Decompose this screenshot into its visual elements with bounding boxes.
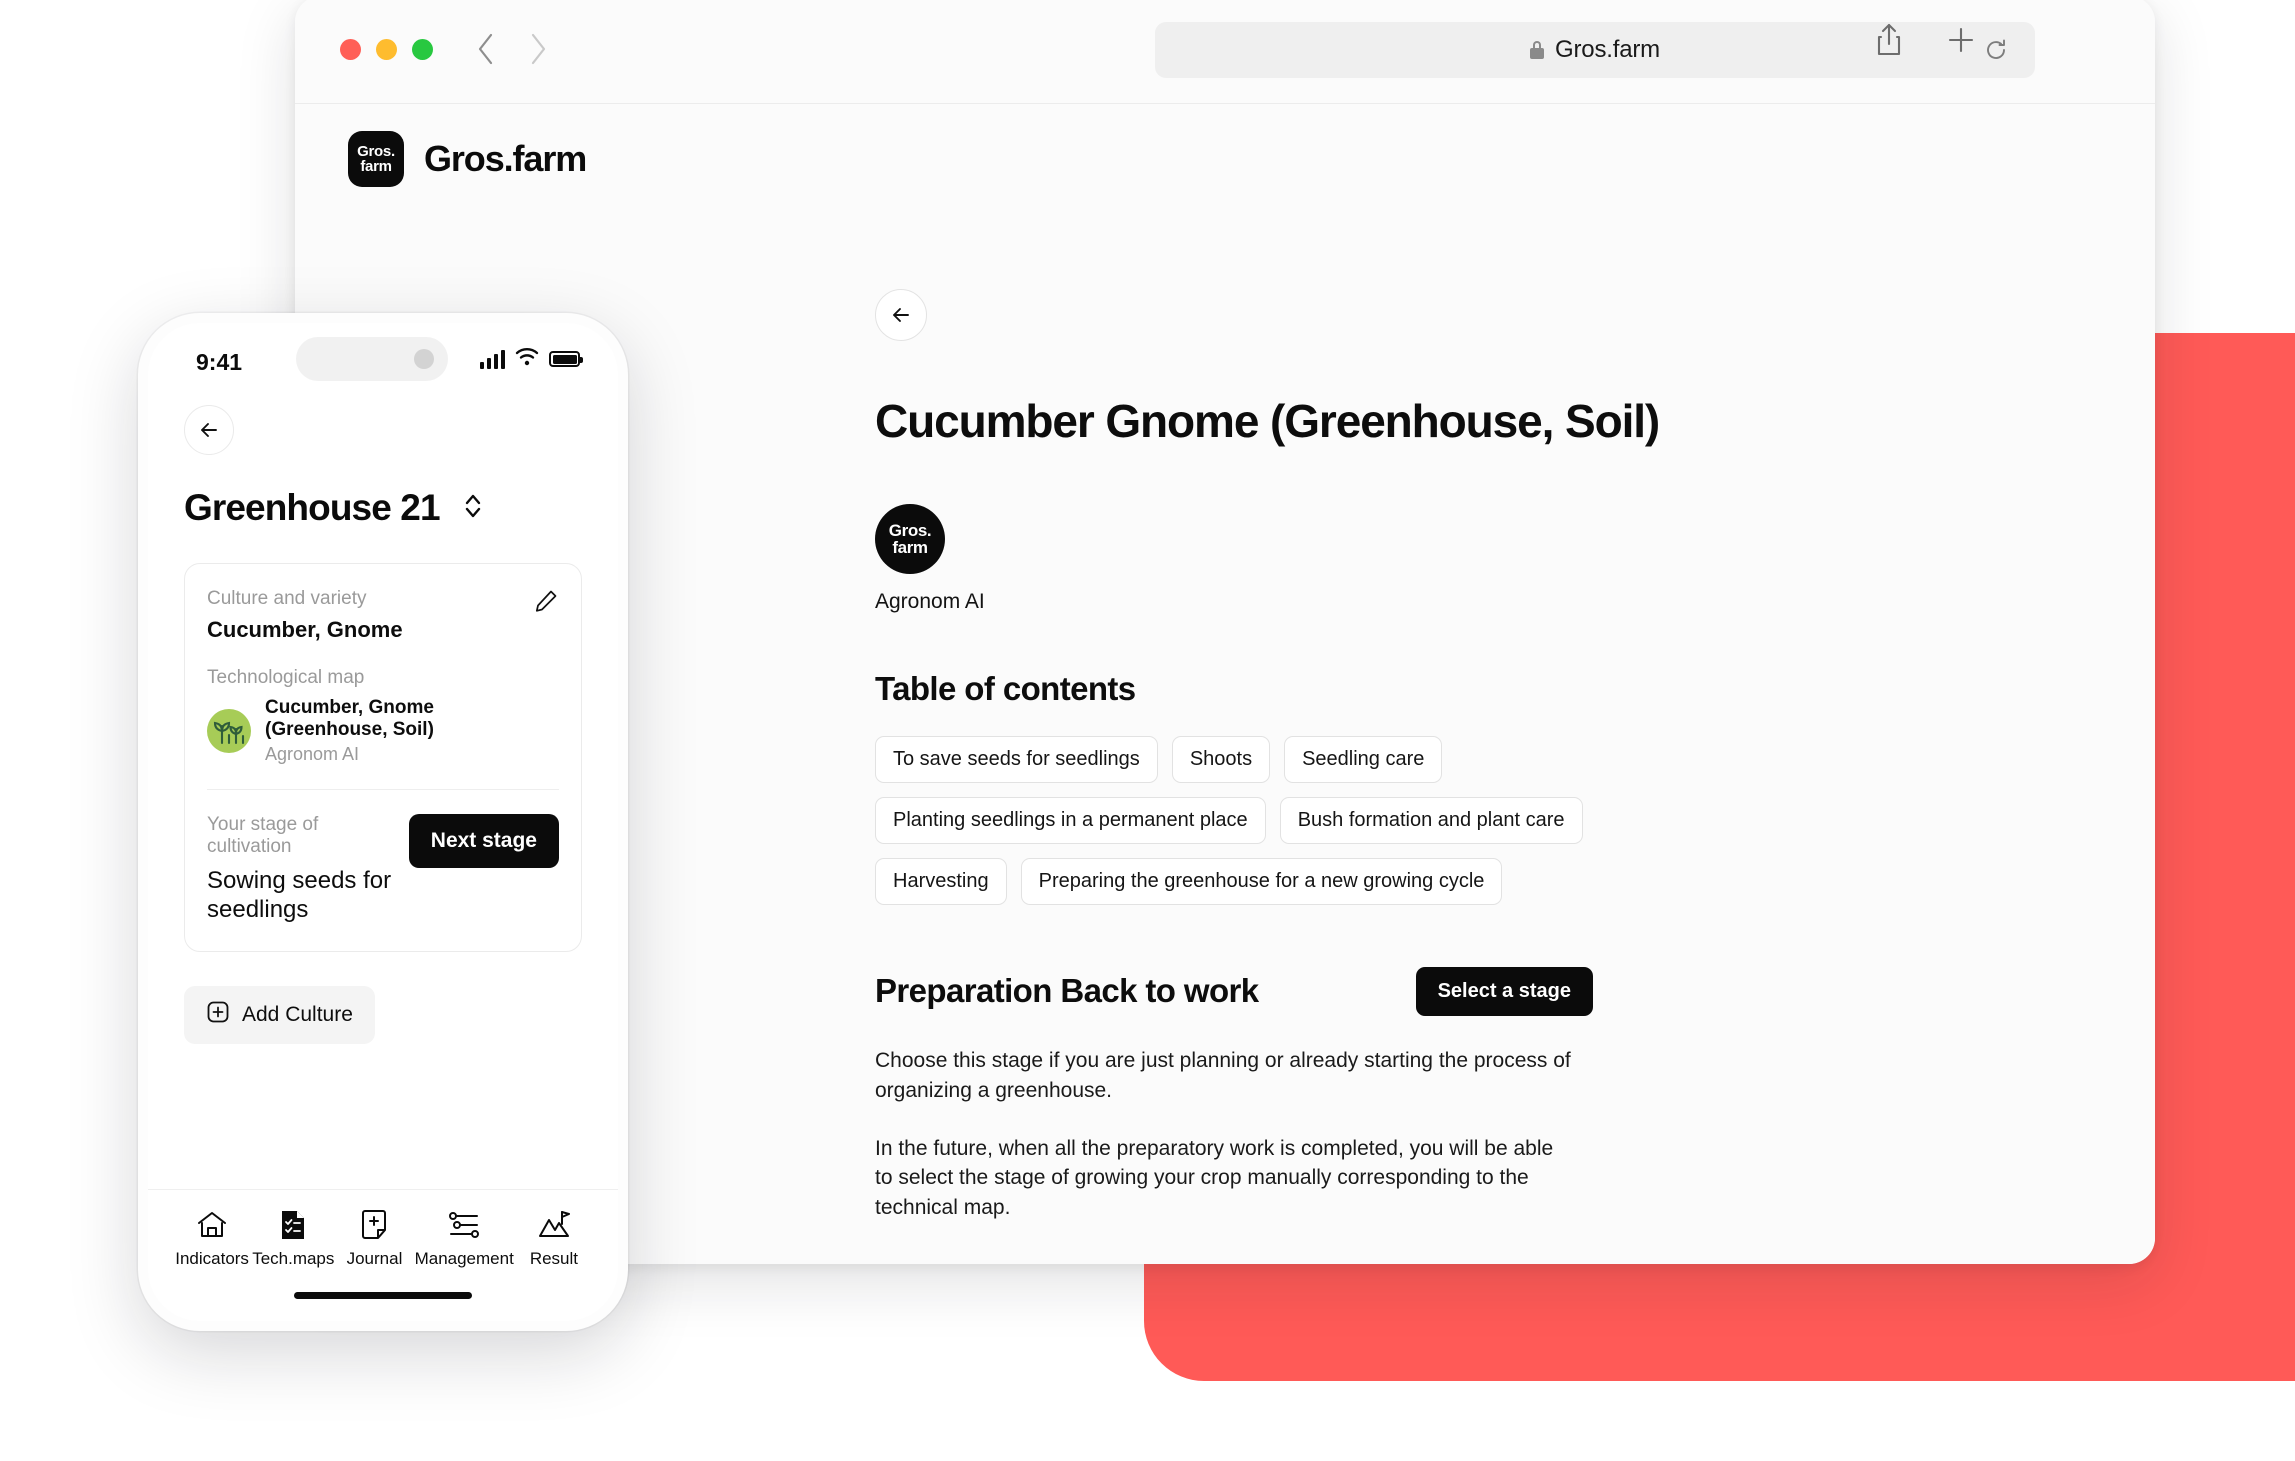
cultivation-stage-row: Your stage of cultivation Sowing seeds f…: [207, 814, 559, 925]
plant-sprout-icon: [207, 709, 251, 753]
logo-mark: Gros. farm: [348, 131, 404, 187]
toc-chip[interactable]: Bush formation and plant care: [1279, 796, 1583, 844]
add-culture-label: Add Culture: [242, 1002, 353, 1026]
wifi-icon: [515, 347, 539, 371]
browser-toolbar: Gros.farm: [295, 0, 2155, 104]
phone-content: Greenhouse 21 Culture and variety Cucumb…: [148, 405, 618, 1044]
window-controls[interactable]: [340, 39, 433, 60]
card-divider: Your stage of cultivation Sowing seeds f…: [207, 789, 559, 925]
techmap-block: Technological map Cucumber, Gnome (Green…: [207, 667, 559, 765]
pencil-icon[interactable]: [533, 588, 559, 619]
tab-label: Result: [529, 1249, 578, 1268]
tab-label: Journal: [346, 1249, 403, 1268]
article-back-button[interactable]: [875, 289, 927, 341]
home-indicator[interactable]: [294, 1292, 472, 1299]
minimize-window-button[interactable]: [376, 39, 397, 60]
toc-chip[interactable]: To save seeds for seedlings: [875, 735, 1158, 783]
tab-journal[interactable]: Journal: [334, 1208, 414, 1269]
tab-label: Tech.maps: [252, 1249, 335, 1268]
phone-status-bar: 9:41: [148, 323, 618, 395]
logo-mark-line2: farm: [360, 158, 392, 175]
techmap-row[interactable]: Cucumber, Gnome (Greenhouse, Soil) Agron…: [207, 697, 559, 765]
culture-card: Culture and variety Cucumber, Gnome Tech…: [184, 563, 582, 952]
stage-section: Preparation Back to work Select a stage …: [875, 966, 1675, 1223]
greenhouse-title: Greenhouse 21: [184, 487, 441, 528]
forward-icon[interactable]: [527, 29, 549, 69]
phone-mockup: 9:41 Greenhouse 21 Culture and variety C…: [138, 313, 628, 1331]
cultivation-stage-value: Sowing seeds for seedlings: [207, 867, 392, 924]
tab-label: Management: [414, 1249, 514, 1268]
document-checklist-icon: [278, 1208, 308, 1242]
site-logo[interactable]: Gros. farm Gros.farm: [348, 131, 587, 187]
author-avatar: Gros. farm: [875, 503, 945, 574]
back-icon[interactable]: [475, 29, 497, 69]
status-time: 9:41: [196, 349, 243, 375]
next-stage-button[interactable]: Next stage: [408, 814, 559, 868]
author-avatar-line2: farm: [892, 537, 928, 557]
arrow-left-icon: [893, 308, 909, 322]
mountain-flag-icon: [538, 1208, 570, 1242]
page-title: Cucumber Gnome (Greenhouse, Soil): [875, 395, 1660, 447]
toc-chip-list: To save seeds for seedlings Shoots Seedl…: [875, 735, 1605, 905]
cultivation-stage-label: Your stage of cultivation: [207, 814, 319, 857]
phone-screen: 9:41 Greenhouse 21 Culture and variety C…: [148, 323, 618, 1321]
sliders-icon: [448, 1208, 480, 1242]
phone-tab-bar: Indicators Tech.maps Journal Management …: [148, 1189, 618, 1321]
greenhouse-selector[interactable]: Greenhouse 21: [184, 487, 582, 529]
culture-label: Culture and variety: [207, 588, 367, 609]
toc-heading: Table of contents: [875, 669, 1136, 707]
stage-header: Preparation Back to work Select a stage: [875, 966, 1593, 1016]
techmap-author: Agronom AI: [265, 744, 360, 764]
toc-chip[interactable]: Planting seedlings in a permanent place: [875, 796, 1266, 844]
culture-value: Cucumber, Gnome: [207, 617, 403, 642]
maximize-window-button[interactable]: [412, 39, 433, 60]
note-plus-icon: [359, 1208, 389, 1242]
tab-techmaps[interactable]: Tech.maps: [252, 1208, 334, 1269]
home-icon: [196, 1208, 228, 1242]
add-culture-button[interactable]: Add Culture: [184, 985, 375, 1044]
navigation-arrows[interactable]: [475, 29, 549, 69]
stage-paragraph: Choose this stage if you are just planni…: [875, 1048, 1571, 1102]
stage-title: Preparation Back to work: [875, 972, 1259, 1010]
author-name: Agronom AI: [875, 589, 985, 613]
plus-square-icon: [206, 1000, 230, 1030]
stage-paragraph: In the future, when all the preparatory …: [875, 1136, 1554, 1220]
screenshot-root: Gros.farm Gros. farm Gros.farm Cucumber …: [0, 0, 2295, 1461]
author-block: Gros. farm Agronom AI: [875, 503, 1675, 614]
lock-icon: [1530, 41, 1545, 59]
article-content: Cucumber Gnome (Greenhouse, Soil) Gros. …: [875, 289, 1675, 1264]
culture-header: Culture and variety Cucumber, Gnome: [207, 588, 559, 643]
new-tab-icon[interactable]: [1945, 22, 1977, 63]
author-avatar-line1: Gros.: [888, 520, 932, 540]
signal-bars-icon: [480, 349, 505, 369]
logo-wordmark: Gros.farm: [424, 138, 587, 179]
tab-management[interactable]: Management: [415, 1208, 514, 1269]
phone-back-button[interactable]: [184, 405, 234, 455]
tab-result[interactable]: Result: [514, 1208, 594, 1269]
battery-icon: [549, 351, 583, 367]
reload-icon[interactable]: [1983, 37, 2009, 68]
chevron-up-down-icon[interactable]: [462, 492, 484, 525]
toc-chip[interactable]: Shoots: [1171, 735, 1271, 783]
url-text: Gros.farm: [1555, 36, 1660, 63]
techmap-value: Cucumber, Gnome (Greenhouse, Soil): [265, 697, 434, 740]
share-icon[interactable]: [1873, 22, 1905, 63]
toc-chip[interactable]: Preparing the greenhouse for a new growi…: [1020, 857, 1503, 905]
toc-chip[interactable]: Harvesting: [875, 857, 1007, 905]
front-camera-icon: [414, 349, 434, 369]
arrow-left-icon: [201, 423, 217, 437]
dynamic-island: [296, 337, 448, 381]
toc-chip[interactable]: Seedling care: [1284, 735, 1443, 783]
status-icons: [480, 347, 583, 371]
logo-mark-line1: Gros.: [357, 143, 395, 160]
techmap-label: Technological map: [207, 667, 365, 688]
tab-indicators[interactable]: Indicators: [172, 1208, 252, 1269]
tab-label: Indicators: [175, 1249, 249, 1268]
select-stage-button[interactable]: Select a stage: [1415, 966, 1593, 1016]
close-window-button[interactable]: [340, 39, 361, 60]
